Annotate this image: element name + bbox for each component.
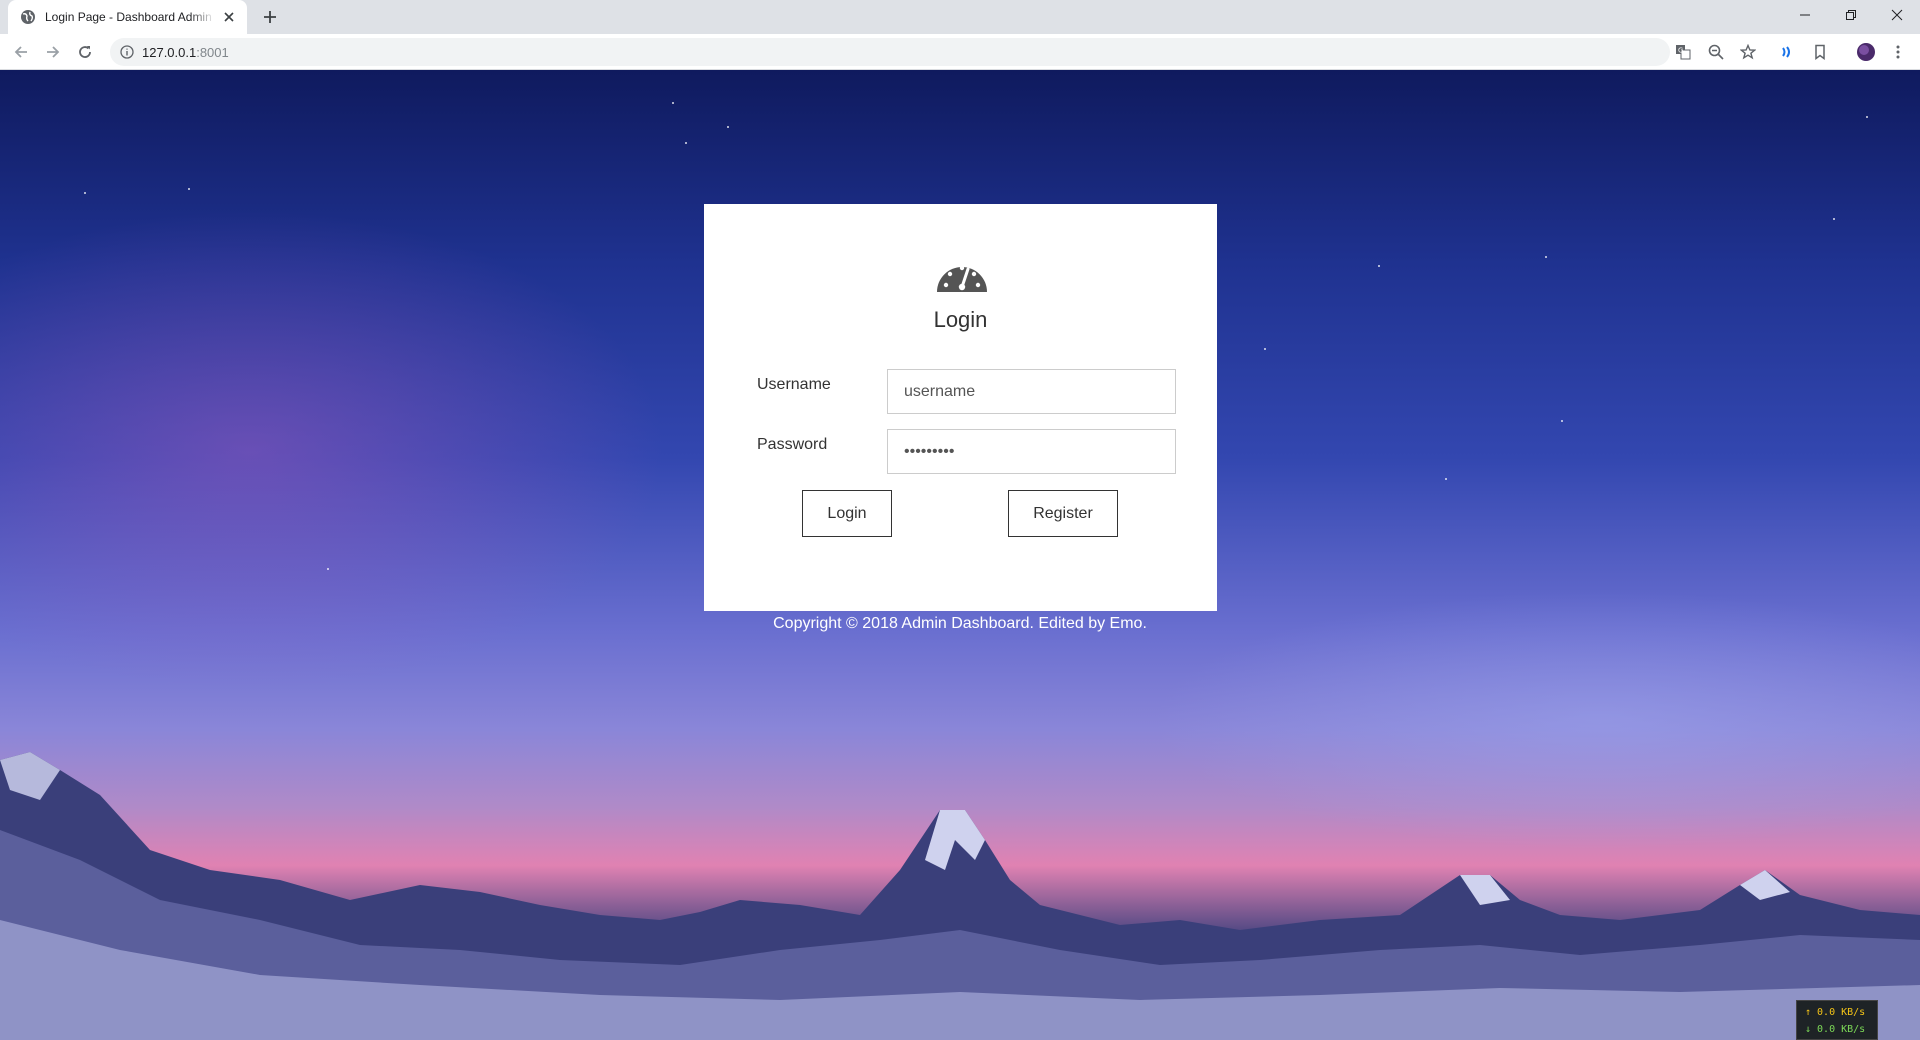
close-tab-icon[interactable] <box>221 9 237 25</box>
star-icon <box>1740 44 1756 60</box>
avatar <box>1857 43 1875 61</box>
url-host: 127.0.0.1 <box>142 44 197 60</box>
browser-tab[interactable]: Login Page - Dashboard Admin Template <box>8 0 247 34</box>
username-label: Username <box>757 376 831 393</box>
back-button[interactable] <box>9 40 33 64</box>
reload-button[interactable] <box>73 40 97 64</box>
address-bar[interactable]: 127.0.0.1:8001 <box>110 38 1670 66</box>
download-speed: ↓ 0.0 KB/s <box>1805 1024 1866 1035</box>
browser-tab-bar: Login Page - Dashboard Admin Template <box>0 0 1920 34</box>
register-button[interactable]: Register <box>1008 490 1118 537</box>
login-page-background: Login Username Password Login Register C… <box>0 70 1920 1040</box>
forward-button[interactable] <box>41 40 65 64</box>
tab-title: Login Page - Dashboard Admin Template <box>45 10 215 24</box>
extension-wave-icon <box>1782 46 1790 58</box>
login-title: Login <box>933 307 988 332</box>
reload-icon <box>79 46 91 58</box>
close-window-icon <box>1891 9 1903 21</box>
extension-button[interactable] <box>1778 42 1798 62</box>
dashboard-gauge-icon <box>937 265 987 292</box>
forward-arrow-icon <box>47 46 60 58</box>
login-card: Login Username Password Login Register <box>704 204 1217 611</box>
zoom-out-icon <box>1708 44 1724 60</box>
back-arrow-icon <box>14 46 27 58</box>
url-port: :8001 <box>196 44 229 60</box>
bookmark-icon <box>1815 44 1825 60</box>
copyright-text: Copyright © 2018 Admin Dashboard. Edited… <box>773 615 1147 632</box>
browser-menu-button[interactable] <box>1888 42 1908 62</box>
translate-button[interactable]: G <box>1673 42 1693 62</box>
restore-icon <box>1846 10 1856 20</box>
browser-toolbar: 127.0.0.1:8001 G <box>0 34 1920 70</box>
profile-button[interactable] <box>1856 42 1876 62</box>
login-button[interactable]: Login <box>802 490 892 537</box>
restore-button[interactable] <box>1828 0 1874 30</box>
translate-icon: G <box>1676 45 1691 60</box>
password-input[interactable] <box>887 429 1176 474</box>
globe-icon <box>21 10 35 24</box>
network-speed-widget: ↑ 0.0 KB/s ↓ 0.0 KB/s <box>1796 1000 1878 1040</box>
reading-list-button[interactable] <box>1810 42 1830 62</box>
close-window-button[interactable] <box>1874 0 1920 30</box>
new-tab-icon[interactable] <box>260 7 280 27</box>
minimize-icon <box>1800 14 1810 16</box>
minimize-button[interactable] <box>1782 0 1828 30</box>
more-vert-icon <box>1896 45 1900 59</box>
password-label: Password <box>757 436 828 453</box>
info-icon[interactable] <box>120 45 134 59</box>
bookmark-star-button[interactable] <box>1738 42 1758 62</box>
upload-speed: ↑ 0.0 KB/s <box>1805 1007 1866 1018</box>
svg-text:G: G <box>1678 47 1683 55</box>
username-input[interactable] <box>887 369 1176 414</box>
zoom-button[interactable] <box>1706 42 1726 62</box>
